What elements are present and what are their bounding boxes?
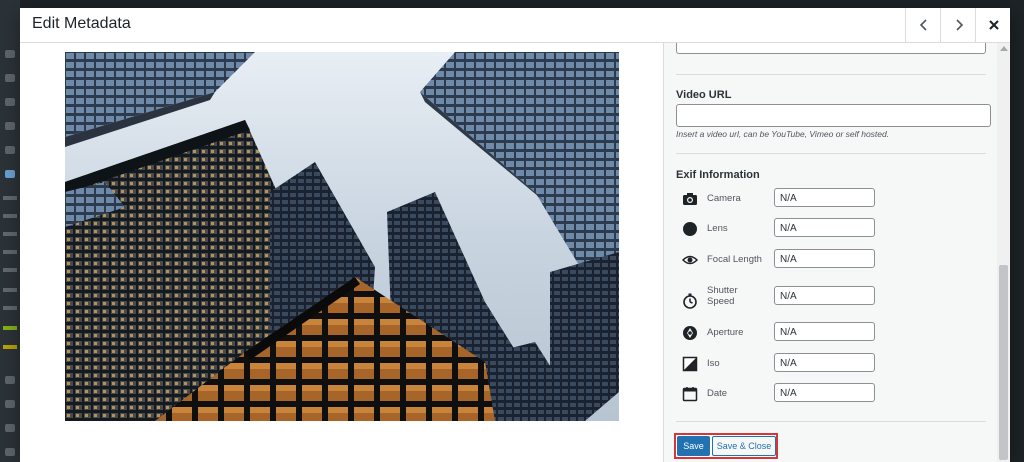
shutter-speed-input[interactable]: N/A [774, 286, 875, 305]
sidebar-text [3, 268, 17, 272]
sidebar-text [3, 196, 17, 200]
video-url-help: Insert a video url, can be YouTube, Vime… [676, 129, 890, 139]
scroll-thumb[interactable] [999, 265, 1008, 460]
next-button[interactable] [940, 8, 976, 42]
calendar-icon [682, 387, 698, 402]
lens-input[interactable]: N/A [774, 218, 875, 237]
exif-label: Aperture [707, 327, 744, 338]
exif-row-iso: Iso N/A [676, 353, 986, 375]
save-and-close-button[interactable]: Save & Close [712, 436, 776, 456]
sidebar-text [3, 345, 17, 349]
video-url-label: Video URL [676, 89, 732, 101]
exif-label: Focal Length [707, 254, 762, 265]
pages-icon [5, 98, 15, 106]
exif-label: Camera [707, 193, 741, 204]
divider [676, 153, 986, 154]
sidebar-text [3, 250, 17, 254]
stopwatch-icon [683, 293, 697, 309]
iso-icon [682, 356, 698, 372]
sidebar-text [3, 214, 17, 218]
action-buttons: Save Save & Close [674, 433, 778, 459]
image-preview [65, 52, 619, 421]
eye-icon [682, 255, 698, 265]
lens-icon [683, 222, 697, 236]
sidebar-text [3, 232, 17, 236]
exif-label: Lens [707, 223, 728, 234]
exif-row-date: Date N/A [676, 383, 986, 405]
close-button[interactable] [975, 8, 1011, 42]
exif-row-shutter-speed: Shutter Speed N/A [676, 285, 986, 316]
admin-sidebar [0, 0, 20, 462]
camera-icon [683, 193, 697, 205]
admin-top-bar [0, 0, 1024, 8]
aperture-input[interactable]: N/A [774, 322, 875, 341]
users-icon [5, 424, 15, 432]
exif-label: Date [707, 388, 728, 399]
tools-icon [5, 448, 15, 456]
panel-scrollbar[interactable] [997, 43, 1010, 462]
sidebar-text [3, 306, 17, 310]
exif-row-camera: Camera N/A [676, 188, 986, 210]
media-icon [5, 74, 15, 82]
edit-metadata-modal: Edit Metadata Video URL Insert a video u… [20, 8, 1010, 462]
exif-row-aperture: Aperture N/A [676, 322, 986, 344]
gallery-icon [5, 170, 15, 178]
camera-input[interactable]: N/A [774, 188, 875, 207]
metadata-panel: Video URL Insert a video url, can be You… [663, 43, 998, 462]
modal-header: Edit Metadata [20, 8, 1010, 43]
exif-label: Iso [707, 358, 720, 369]
scroll-up-arrow-icon[interactable] [1000, 46, 1008, 51]
admin-backdrop-right [1010, 0, 1024, 462]
skyscrapers-photo [65, 52, 619, 421]
feedback-icon [5, 146, 15, 154]
modal-title: Edit Metadata [32, 15, 131, 32]
video-url-input[interactable] [676, 104, 991, 127]
aperture-icon [683, 326, 697, 340]
previous-button[interactable] [905, 8, 941, 42]
save-button[interactable]: Save [677, 436, 710, 456]
appearance-icon [5, 376, 15, 384]
exif-row-lens: Lens N/A [676, 218, 986, 240]
chevron-right-icon [955, 19, 963, 31]
pin-icon [5, 50, 15, 58]
exif-label: Shutter Speed [707, 285, 738, 307]
comments-icon [5, 122, 15, 130]
focal-length-input[interactable]: N/A [774, 249, 875, 268]
divider [676, 74, 986, 75]
sidebar-text [3, 288, 17, 292]
chevron-left-icon [919, 19, 927, 31]
plugins-icon [5, 400, 15, 408]
iso-input[interactable]: N/A [774, 353, 875, 372]
close-icon [988, 20, 999, 30]
exif-heading: Exif Information [676, 169, 760, 181]
exif-row-focal-length: Focal Length N/A [676, 249, 986, 271]
date-input[interactable]: N/A [774, 383, 875, 402]
divider [676, 421, 986, 422]
sidebar-text [3, 326, 17, 330]
previous-field-input[interactable] [676, 43, 986, 54]
